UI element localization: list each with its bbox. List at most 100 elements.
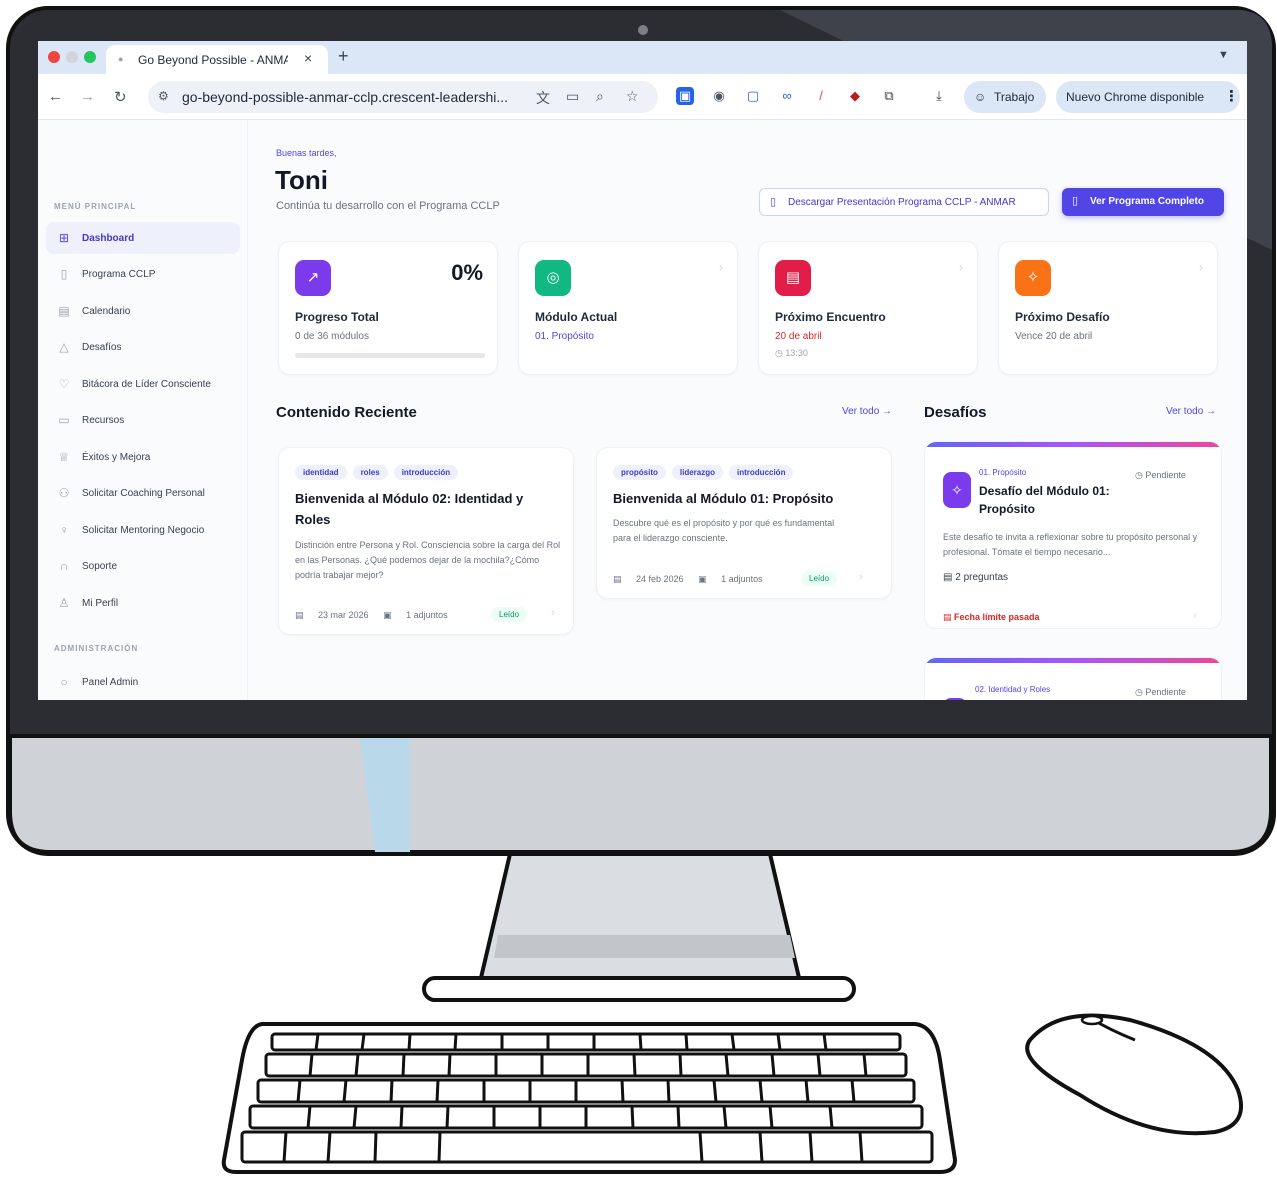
chevron-right-icon: ›	[1193, 610, 1197, 622]
book-open-icon: ▯	[770, 196, 777, 208]
puzzle-icon[interactable]: ⧉	[880, 87, 898, 105]
address-bar[interactable]: ⚙ go-beyond-possible-anmar-cclp.crescent…	[148, 81, 658, 113]
mountain-icon: △	[59, 340, 69, 354]
stat-value: Vence 20 de abril	[1015, 331, 1093, 342]
challenge-gradient-bar	[925, 442, 1221, 447]
window-maximize-button[interactable]	[84, 51, 96, 63]
tab-search-chevron-icon[interactable]: ▼	[1218, 49, 1229, 61]
browser-toolbar: ← → ↻ ⚙ go-beyond-possible-anmar-cclp.cr…	[38, 74, 1247, 120]
tab-favicon-icon: ●	[118, 54, 124, 64]
chevron-right-icon: ›	[719, 260, 723, 274]
lightbulb-icon: ♀	[59, 523, 69, 537]
recent-content-title: Contenido Reciente	[276, 404, 417, 421]
sidebar-item-mentoring[interactable]: ♀ Solicitar Mentoring Negocio	[46, 514, 240, 546]
window-close-button[interactable]	[48, 51, 60, 63]
reload-icon[interactable]: ↻	[114, 88, 127, 106]
challenge-module: 01. Propósito	[979, 468, 1027, 477]
link-icon[interactable]: ∞	[778, 87, 796, 105]
download-icon[interactable]: ⤓	[930, 87, 948, 105]
content-card-attachments: 1 adjuntos	[406, 610, 448, 620]
trophy-icon: ♕	[58, 450, 70, 464]
chevron-right-icon: ›	[551, 607, 555, 619]
grid-icon: ⊞	[58, 231, 70, 245]
calendar-icon: ▤	[295, 610, 307, 620]
stat-card-meeting[interactable]: ▤ › Próximo Encuentro 20 de abril ◷ 13:3…	[758, 241, 978, 375]
page-title: Toni	[275, 165, 328, 195]
download-presentation-button[interactable]: ▯ Descargar Presentación Programa CCLP -…	[759, 188, 1049, 216]
stat-card-progress: ↗ 0% Progreso Total 0 de 36 módulos	[278, 241, 498, 375]
sidebar-item-panel-admin[interactable]: ○ Panel Admin	[46, 666, 240, 698]
calendar-icon: ▤	[58, 304, 70, 318]
cast-icon[interactable]: ▭	[566, 88, 579, 105]
tag[interactable]: liderazgo	[671, 465, 724, 480]
stat-card-challenge[interactable]: ✧ › Próximo Desafío Vence 20 de abril	[998, 241, 1218, 375]
progress-bar	[295, 353, 485, 358]
screen-record-icon[interactable]: ▢	[744, 87, 762, 105]
page-subtitle: Continúa tu desarrollo con el Programa C…	[276, 200, 500, 212]
sidebar-item-calendario[interactable]: ▤ Calendario	[46, 295, 240, 327]
challenge-card[interactable]: 02. Identidad y Roles ◷ Pendiente	[924, 657, 1222, 700]
sidebar-item-programa[interactable]: ▯ Programa CCLP	[46, 258, 240, 290]
tag[interactable]: roles	[352, 465, 388, 480]
content-card-title: Bienvenida al Módulo 01: Propósito	[613, 491, 834, 506]
recent-see-all-link[interactable]: Ver todo →	[842, 406, 892, 417]
zoom-icon[interactable]: ⌕	[596, 88, 604, 105]
extension-blue-icon[interactable]: ▣	[676, 87, 694, 105]
forward-arrow-icon[interactable]: →	[80, 88, 95, 105]
greeting-text: Buenas tardes,	[276, 148, 337, 158]
challenge-status: ◷ Pendiente	[1135, 470, 1186, 481]
attachment-icon: ▣	[698, 574, 710, 584]
stat-card-module[interactable]: ◎ › Módulo Actual 01. Propósito	[518, 241, 738, 375]
browser-tab-bar: ● Go Beyond Possible - ANMAR × + ▼	[38, 41, 1247, 74]
challenge-status: ◷ Pendiente	[1135, 687, 1186, 698]
chevron-right-icon: ›	[959, 260, 963, 274]
shield-extension-icon[interactable]: ◆	[846, 87, 864, 105]
stand-base	[422, 976, 856, 1002]
browser-tab[interactable]: ● Go Beyond Possible - ANMAR ×	[106, 45, 328, 74]
sidebar-item-dashboard[interactable]: ⊞ Dashboard	[46, 222, 240, 254]
screen: ● Go Beyond Possible - ANMAR × + ▼ ← → ↻…	[38, 41, 1247, 700]
tag[interactable]: introducción	[729, 465, 794, 480]
view-program-button[interactable]: ▯ Ver Programa Completo	[1062, 188, 1224, 216]
tab-title: Go Beyond Possible - ANMAR	[138, 53, 288, 67]
monitor-chin	[8, 734, 1273, 854]
sidebar-item-perfil[interactable]: ♙ Mi Perfil	[46, 587, 240, 619]
kebab-menu-icon[interactable]: ⋮	[1224, 87, 1239, 105]
stat-title: Módulo Actual	[535, 310, 618, 324]
sidebar-item-desafios[interactable]: △ Desafíos	[46, 331, 240, 363]
sidebar-item-label: Solicitar Mentoring Negocio	[82, 525, 205, 536]
back-arrow-icon[interactable]: ←	[48, 88, 63, 105]
new-tab-button[interactable]: +	[338, 46, 349, 67]
app-area: MENÚ PRINCIPAL ⊞ Dashboard ▯ Programa CC…	[38, 120, 1247, 700]
tab-close-icon[interactable]: ×	[304, 50, 312, 66]
sidebar-item-recursos[interactable]: ▭ Recursos	[46, 404, 240, 436]
challenge-card[interactable]: ✧ 01. Propósito Desafío del Módulo 01: P…	[924, 441, 1222, 629]
translate-icon[interactable]: 文	[536, 88, 550, 108]
url-text: go-beyond-possible-anmar-cclp.crescent-l…	[182, 89, 509, 105]
sidebar-item-exitos[interactable]: ♕ Éxitos y Mejora	[46, 441, 240, 473]
sidebar-item-label: Bitácora de Líder Consciente	[82, 379, 211, 390]
tag[interactable]: propósito	[613, 465, 666, 480]
profile-chip[interactable]: ☺ Trabajo	[964, 81, 1046, 113]
chrome-update-button[interactable]: Nuevo Chrome disponible ⋮	[1056, 81, 1240, 113]
content-card[interactable]: identidad roles introducción Bienvenida al…	[278, 447, 574, 635]
challenge-questions-count: 2 preguntas	[955, 572, 1009, 583]
sidebar-item-bitacora[interactable]: ♡ Bitácora de Líder Consciente	[46, 368, 240, 400]
tag[interactable]: introducción	[393, 465, 459, 480]
bookmark-star-icon[interactable]: ☆	[626, 88, 639, 105]
challenges-see-all-link[interactable]: Ver todo →	[1166, 406, 1216, 417]
stat-title: Próximo Encuentro	[775, 310, 886, 324]
window-minimize-button[interactable]	[66, 51, 78, 63]
sidebar-item-soporte[interactable]: ∩ Soporte	[46, 550, 240, 582]
profile-label: Trabajo	[994, 90, 1035, 104]
tag[interactable]: identidad	[295, 465, 347, 480]
site-settings-icon[interactable]: ⚙	[158, 89, 169, 103]
content-card[interactable]: propósito liderazgo introducción Bienvenid…	[596, 447, 892, 599]
pen-icon[interactable]: /	[812, 87, 830, 105]
content-card-date: 23 mar 2026	[318, 610, 369, 620]
sidebar-item-coaching[interactable]: ⚇ Solicitar Coaching Personal	[46, 477, 240, 509]
content-card-title: Bienvenida al Módulo 02: Identidad y Rol…	[295, 491, 524, 527]
chevron-right-icon: ›	[859, 571, 863, 583]
camera-icon[interactable]: ◉	[710, 87, 728, 105]
folder-icon: ▭	[58, 413, 70, 427]
